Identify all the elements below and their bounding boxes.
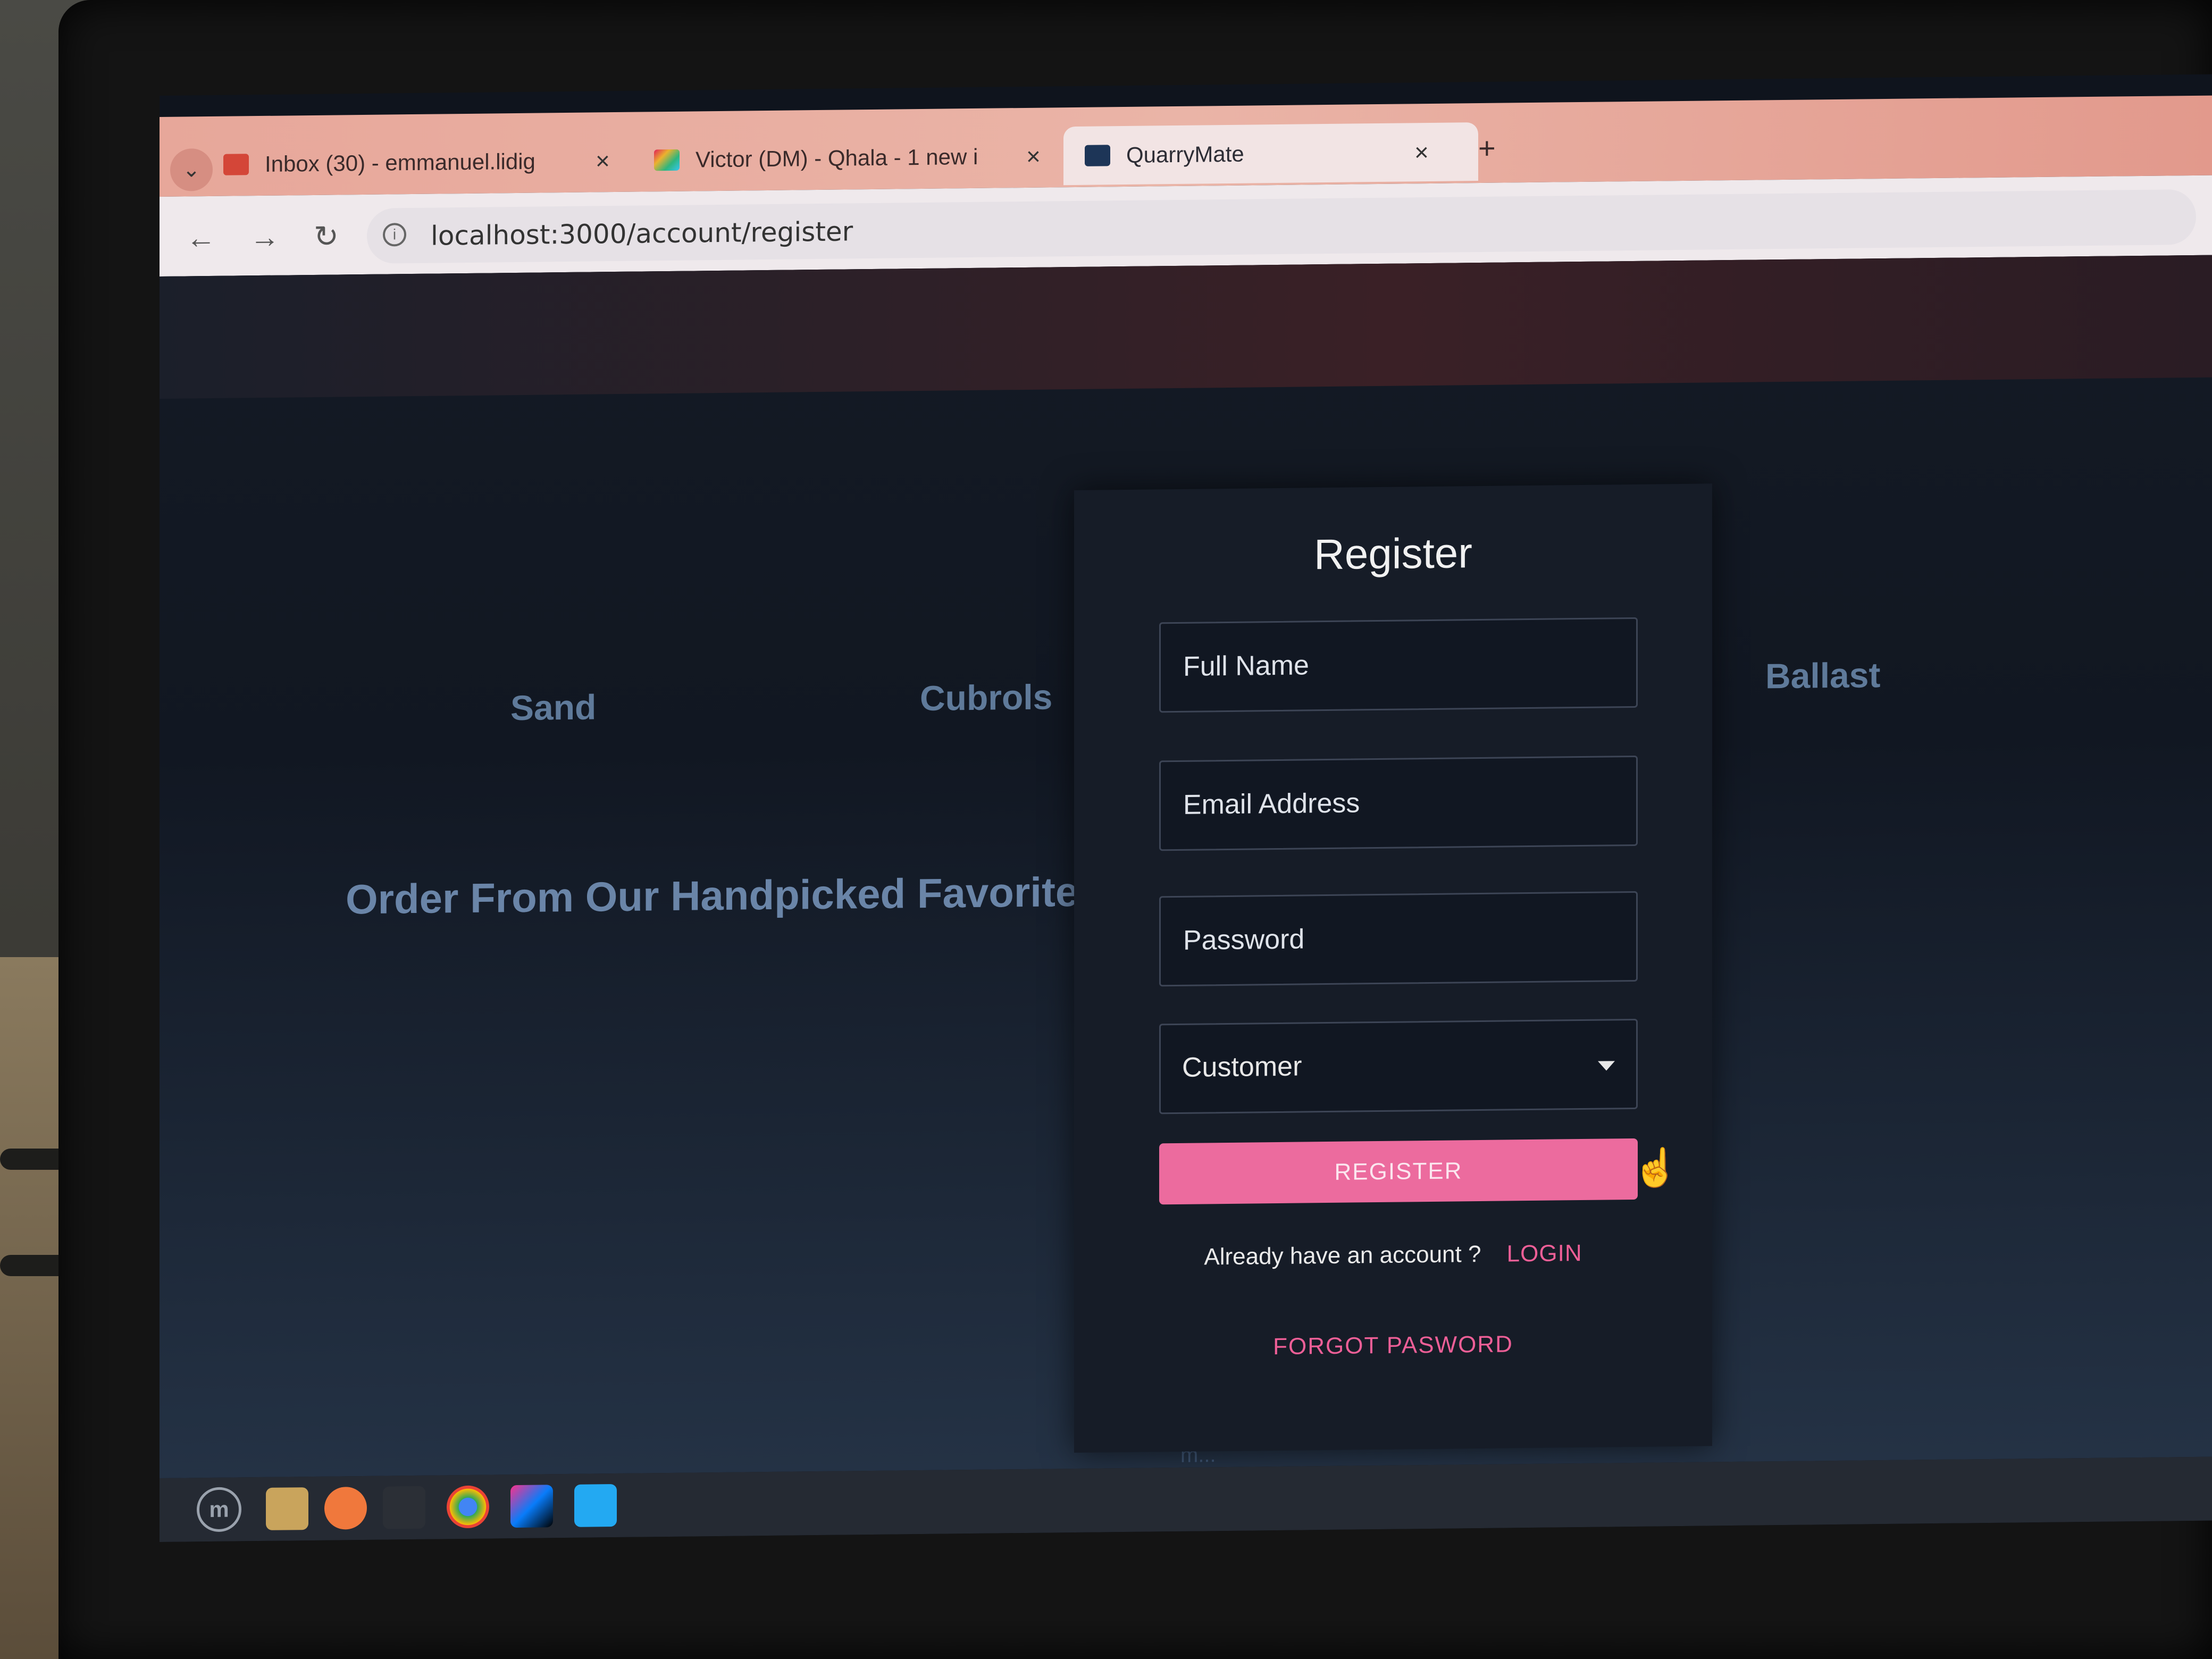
laptop-screen: ⌄ Inbox (30) - emmanuel.lidig × Victor (… — [160, 74, 2212, 1543]
slack-icon — [654, 149, 680, 171]
modal-title: Register — [1314, 529, 1472, 579]
close-icon[interactable]: × — [1414, 138, 1429, 166]
password-input[interactable] — [1182, 919, 1588, 957]
password-field — [1159, 891, 1638, 987]
role-select[interactable]: Customer — [1159, 1018, 1638, 1115]
tab-slack[interactable]: Victor (DM) - Qhala - 1 new i × — [654, 127, 1069, 189]
already-account-text: Already have an account ? — [1204, 1241, 1481, 1270]
email-input[interactable] — [1182, 784, 1588, 822]
tab-quarrymate[interactable]: QuarryMate × — [1063, 122, 1478, 186]
full-name-input[interactable] — [1182, 646, 1588, 683]
forward-arrow-icon[interactable]: → — [250, 220, 280, 255]
full-name-field — [1159, 617, 1638, 713]
vscode-icon[interactable] — [574, 1484, 617, 1527]
tab-gmail[interactable]: Inbox (30) - emmanuel.lidig × — [223, 131, 638, 194]
email-field — [1159, 755, 1638, 851]
site-info-icon[interactable]: i — [383, 223, 406, 247]
category-ballast[interactable]: Ballast — [1765, 655, 1880, 696]
gmail-icon — [223, 154, 249, 175]
register-modal: Register Customer REGISTER ☝ Already hav… — [1074, 483, 1712, 1453]
tab-title: Inbox (30) - emmanuel.lidig — [265, 148, 535, 177]
tab-title: Victor (DM) - Qhala - 1 new i — [696, 144, 978, 172]
folder-icon[interactable] — [266, 1487, 308, 1530]
firefox-icon[interactable] — [324, 1486, 367, 1530]
intellij-icon[interactable] — [510, 1485, 553, 1528]
register-button[interactable]: REGISTER — [1159, 1138, 1638, 1205]
tab-search-dropdown[interactable]: ⌄ — [170, 148, 213, 191]
hand-cursor-icon: ☝ — [1632, 1146, 1679, 1188]
app-header — [160, 255, 2212, 399]
login-prompt: Already have an account ? LOGIN — [1074, 1238, 1712, 1272]
web-page: Sand Cubrols Ballast Order From Our Hand… — [160, 255, 2212, 1479]
terminal-icon[interactable] — [383, 1486, 425, 1529]
login-link[interactable]: LOGIN — [1507, 1240, 1582, 1267]
category-cubrols[interactable]: Cubrols — [920, 676, 1052, 718]
close-icon[interactable]: × — [1026, 142, 1041, 171]
forgot-password-link[interactable]: FORGOT PASWORD — [1074, 1329, 1712, 1362]
hero-heading: Order From Our Handpicked Favorites — [346, 868, 1102, 923]
category-sand[interactable]: Sand — [510, 686, 596, 728]
mint-menu-icon[interactable]: m — [197, 1487, 241, 1532]
chrome-icon[interactable] — [447, 1485, 489, 1529]
new-tab-button[interactable]: + — [1478, 131, 1496, 165]
url-text: localhost:3000/account/register — [431, 216, 853, 252]
tab-title: QuarryMate — [1126, 141, 1244, 167]
close-icon[interactable]: × — [596, 146, 610, 175]
chevron-down-icon — [1598, 1061, 1615, 1071]
back-arrow-icon[interactable]: ← — [186, 220, 216, 255]
address-bar[interactable]: i localhost:3000/account/register — [367, 189, 2196, 264]
role-selected-value: Customer — [1182, 1051, 1302, 1083]
site-favicon — [1085, 145, 1110, 166]
reload-icon[interactable]: ↻ — [314, 219, 339, 254]
